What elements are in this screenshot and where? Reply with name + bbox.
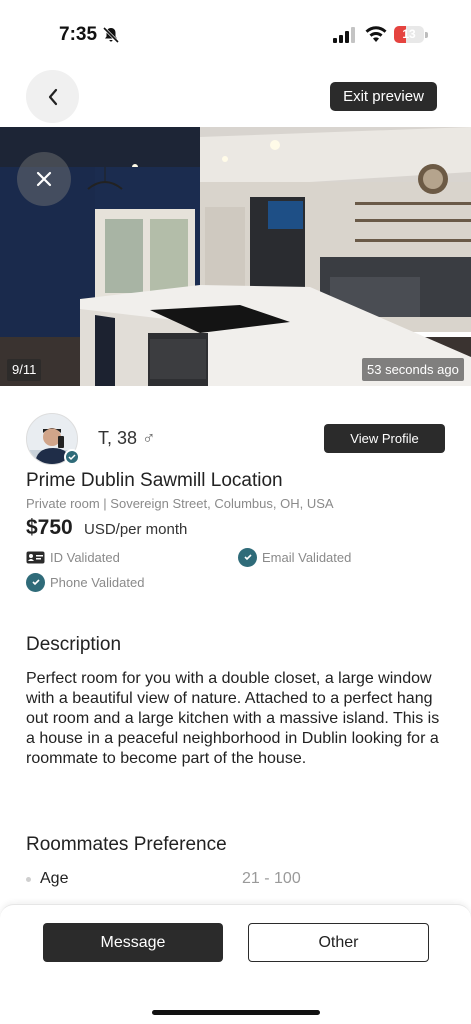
bullet-icon [26,877,31,882]
photo-counter: 9/11 [7,359,42,381]
status-time: 7:35 [59,24,98,45]
status-bar: 7:35 13 [0,0,471,62]
male-icon: ♂ [142,428,156,448]
check-circle-icon [26,572,45,592]
email-validated-label: Email Validated [262,549,352,565]
verified-badge-icon [64,449,80,465]
chevron-left-icon [48,88,57,105]
name-age-text: T, 38 [98,428,138,448]
listing-photo[interactable] [0,127,471,386]
home-indicator[interactable] [152,1010,320,1015]
bell-muted-icon [102,26,120,44]
description-heading: Description [26,634,122,655]
battery-indicator: 13 [394,26,428,43]
close-icon [36,171,52,187]
phone-validated: Phone Validated [26,572,144,592]
check-circle-icon [238,547,257,567]
preference-label: Age [40,870,69,887]
listing-title: Prime Dublin Sawmill Location [26,470,283,491]
preference-row-age: Age 21 - 100 [26,870,446,890]
posted-time: 53 seconds ago [362,358,464,381]
view-profile-button[interactable]: View Profile [324,424,445,453]
phone-validated-label: Phone Validated [50,574,145,590]
preference-value: 21 - 100 [242,870,301,887]
back-button[interactable] [26,70,79,123]
id-validated: ID Validated [26,547,120,567]
price: $750 [26,516,73,539]
exit-preview-button[interactable]: Exit preview [330,82,437,111]
description-text: Perfect room for you with a double close… [26,670,440,767]
preferences-heading: Roommates Preference [26,834,227,855]
id-card-icon [26,551,45,563]
listing-subtitle: Private room | Sovereign Street, Columbu… [26,496,334,511]
id-validated-label: ID Validated [50,549,120,565]
price-unit: USD/per month [84,521,188,538]
email-validated: Email Validated [238,547,351,567]
bottom-action-bar [0,904,471,1024]
close-photo-button[interactable] [17,152,71,206]
battery-level: 13 [402,27,416,41]
other-button[interactable]: Other [248,923,429,962]
message-button[interactable]: Message [43,923,223,962]
wifi-icon [365,26,387,42]
user-name-age: T, 38 ♂ [98,428,156,449]
signal-icon [333,27,355,43]
